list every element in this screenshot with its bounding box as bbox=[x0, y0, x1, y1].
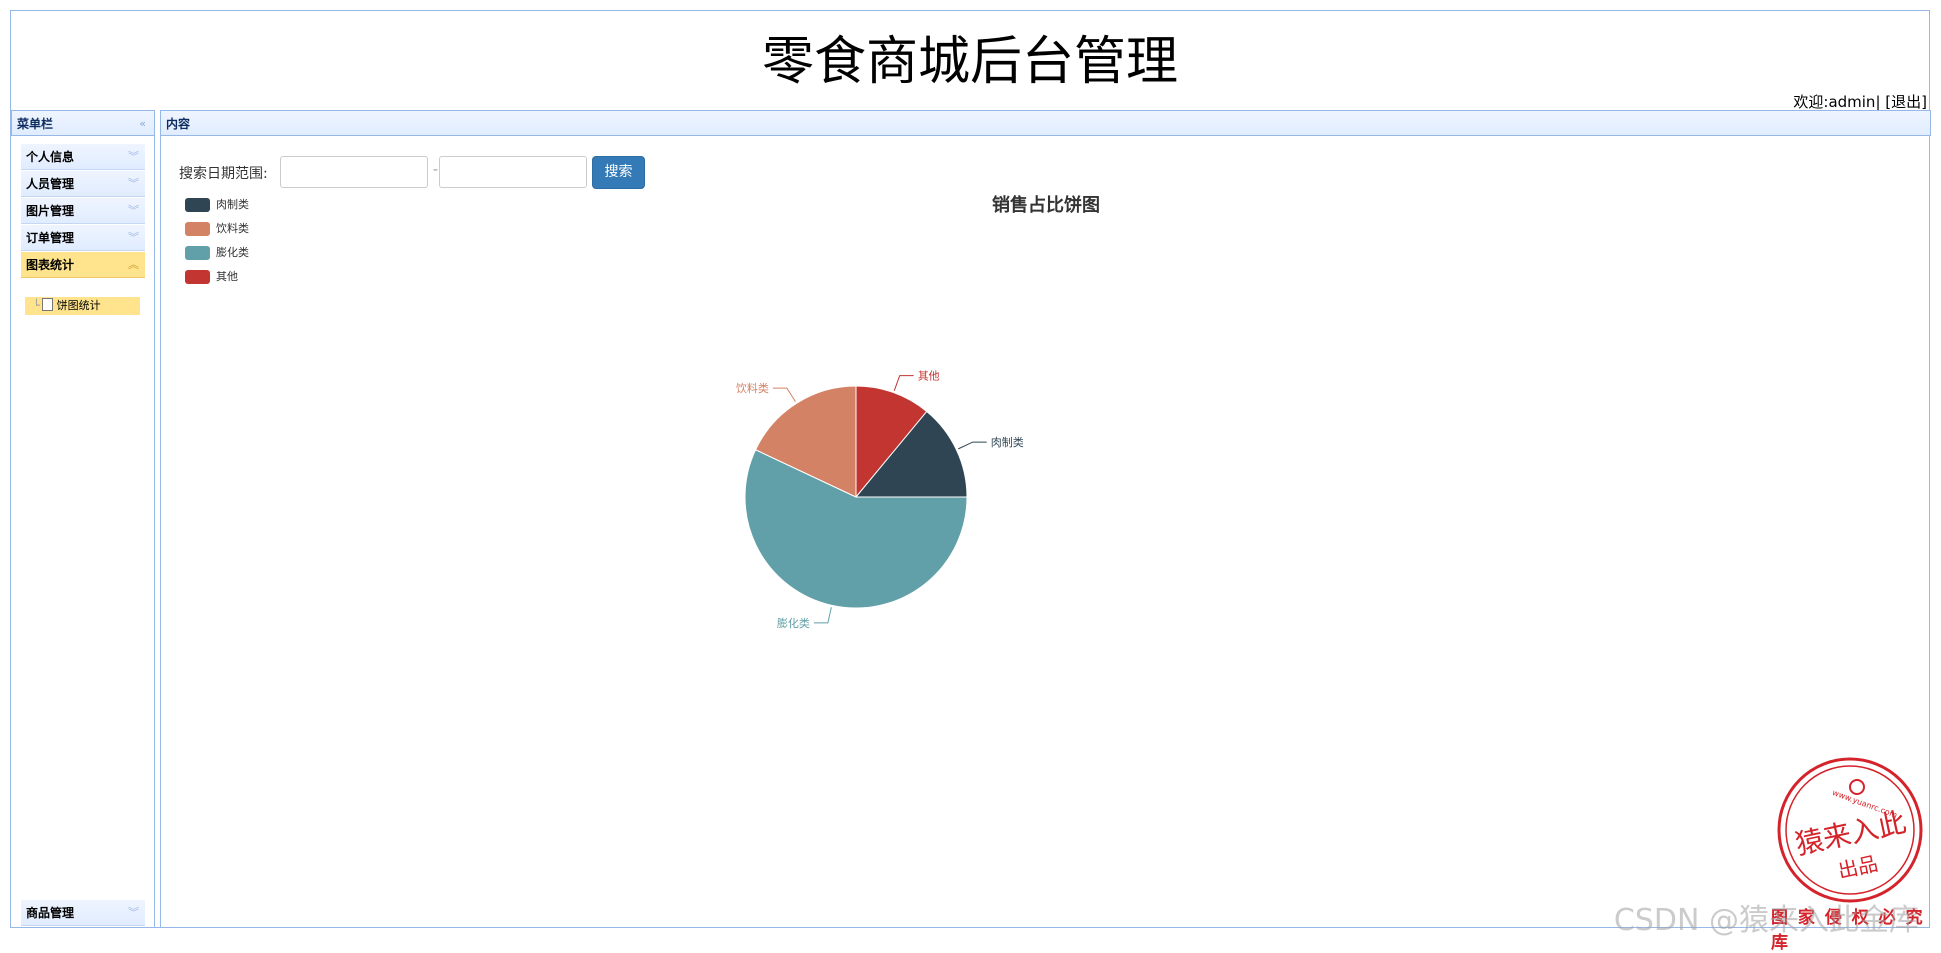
collapse-left-icon[interactable]: « bbox=[139, 111, 146, 137]
welcome-bar: 欢迎:admin| [退出] bbox=[1793, 91, 1927, 112]
stamp-logo: 猿来入此 出品 www.yuanrc.com bbox=[1777, 757, 1923, 903]
sidebar-item-charts[interactable]: 图表统计 ︽ bbox=[21, 252, 145, 278]
slice-label: 饮料类 bbox=[736, 381, 769, 395]
header: 零食商城后台管理 欢迎:admin| [退出] bbox=[11, 11, 1929, 112]
label-line bbox=[813, 607, 832, 624]
label-line bbox=[893, 375, 914, 391]
sidebar-item-images[interactable]: 图片管理 ︾ bbox=[21, 198, 145, 224]
username: admin bbox=[1828, 93, 1876, 111]
sidebar: 菜单栏 « 个人信息 ︾ 人员管理 ︾ 图片管理 ︾ 订单管理 ︾ 图表统计 ︽… bbox=[11, 110, 155, 928]
sidebar-item-label: 图表统计 bbox=[26, 258, 75, 272]
sidebar-item-profile[interactable]: 个人信息 ︾ bbox=[21, 144, 145, 170]
content-panel: 内容 搜索日期范围: - 搜索 销售占比饼图 肉制类 饮料类 膨化类 其他 其他… bbox=[160, 110, 1931, 928]
file-icon bbox=[41, 298, 53, 311]
slice-label: 其他 bbox=[918, 370, 940, 383]
chevron-down-icon: ︾ bbox=[128, 231, 139, 244]
chevron-down-icon: ︾ bbox=[128, 150, 139, 163]
sidebar-item-label: 人员管理 bbox=[26, 177, 75, 191]
sidebar-item-products[interactable]: 商品管理 ︾ bbox=[21, 900, 145, 926]
slice-label: 膨化类 bbox=[777, 616, 810, 630]
sidebar-item-label: 订单管理 bbox=[26, 231, 75, 245]
csdn-watermark: CSDN @猿来入此金库 bbox=[1613, 903, 1919, 938]
pie-chart: 其他肉制类膨化类 饮料类 bbox=[736, 370, 1024, 630]
app-title: 零食商城后台管理 bbox=[761, 32, 1178, 92]
slice-label: 肉制类 bbox=[991, 435, 1024, 449]
sidebar-item-orders[interactable]: 订单管理 ︾ bbox=[21, 225, 145, 251]
sidebar-header: 菜单栏 « bbox=[11, 110, 155, 136]
chevron-down-icon: ︾ bbox=[128, 177, 139, 190]
welcome-separator: | bbox=[1875, 93, 1881, 111]
tree-line-icon: └ bbox=[33, 299, 40, 312]
logout-link[interactable]: [退出] bbox=[1885, 93, 1927, 111]
app-frame: 零食商城后台管理 欢迎:admin| [退出] 菜单栏 « 个人信息 ︾ 人员管… bbox=[10, 10, 1931, 953]
sidebar-item-label: 商品管理 bbox=[26, 906, 75, 920]
label-line bbox=[772, 387, 796, 402]
sidebar-item-label: 个人信息 bbox=[26, 150, 75, 164]
tree-item-label: 饼图统计 bbox=[56, 299, 101, 312]
chevron-up-icon: ︽ bbox=[128, 258, 139, 271]
svg-text:出品: 出品 bbox=[1836, 851, 1880, 883]
sidebar-item-label: 图片管理 bbox=[26, 204, 75, 218]
tree-item-pie-stats[interactable]: └ 饼图统计 bbox=[25, 297, 140, 315]
chevron-down-icon: ︾ bbox=[128, 204, 139, 217]
sidebar-item-users[interactable]: 人员管理 ︾ bbox=[21, 171, 145, 197]
chevron-down-icon: ︾ bbox=[128, 906, 139, 919]
sidebar-title: 菜单栏 bbox=[17, 117, 54, 131]
label-line bbox=[958, 441, 987, 450]
welcome-prefix: 欢迎: bbox=[1793, 93, 1829, 111]
